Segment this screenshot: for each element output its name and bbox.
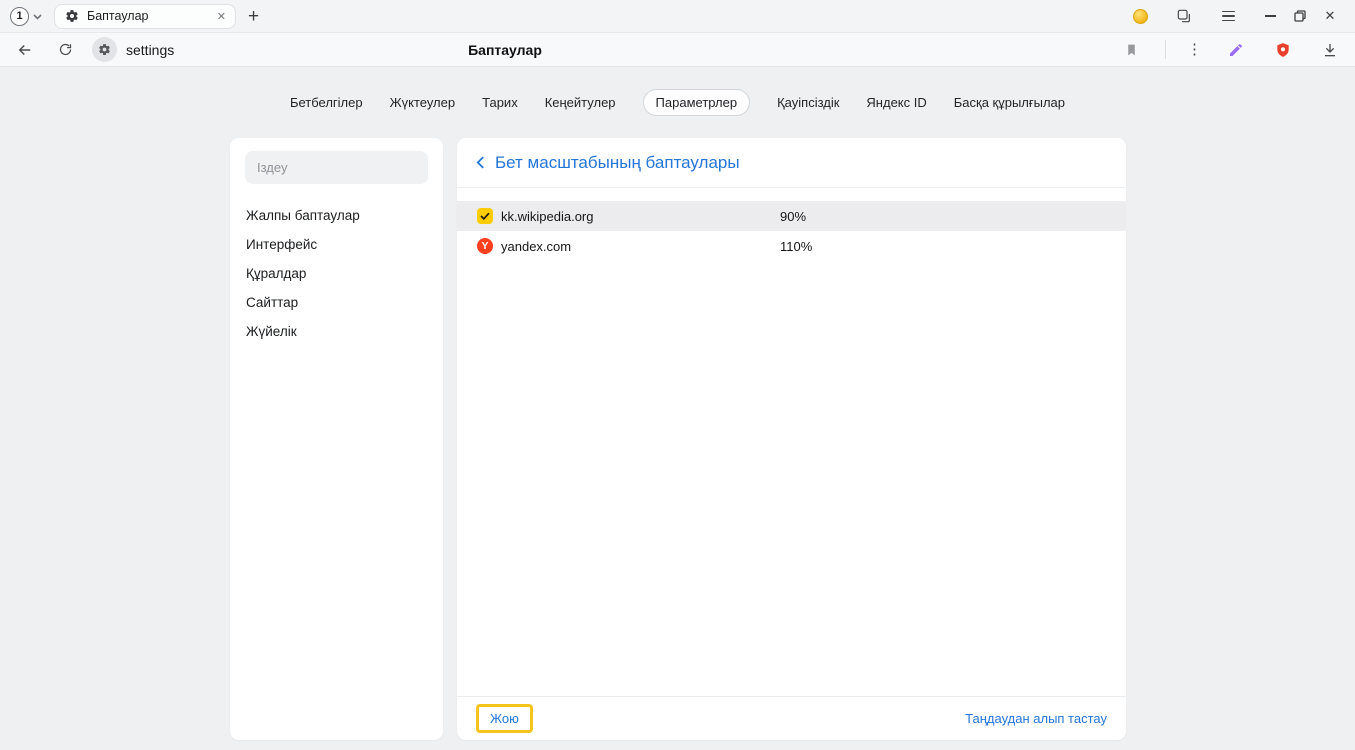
pen-icon[interactable] <box>1223 37 1249 63</box>
browser-toolbar: settings Баптаулар ⋮ <box>0 33 1355 67</box>
more-icon[interactable]: ⋮ <box>1187 42 1202 57</box>
close-window-button[interactable]: ✕ <box>1315 1 1345 31</box>
browser-window: 1 Баптаулар ✕ + <box>0 0 1355 750</box>
site-name: kk.wikipedia.org <box>501 209 780 224</box>
sidebar-item-tools[interactable]: Құралдар <box>245 259 428 288</box>
zoom-value: 110% <box>780 239 812 254</box>
panel-footer: Жою Таңдаудан алып тастау <box>457 697 1126 740</box>
zoom-value: 90% <box>780 209 806 224</box>
settings-sidebar: Жалпы баптаулар Интерфейс Құралдар Сайтт… <box>230 138 443 740</box>
toolbar-actions: ⋮ <box>1118 37 1343 63</box>
nav-tab-security[interactable]: Қауіпсіздік <box>777 90 839 115</box>
window-controls: ✕ <box>1255 1 1345 31</box>
browser-tab-settings[interactable]: Баптаулар ✕ <box>54 4 236 29</box>
panel-title[interactable]: Бет масштабының баптаулары <box>495 153 740 173</box>
sidebar-sections: Жалпы баптаулар Интерфейс Құралдар Сайтт… <box>245 201 428 346</box>
back-chevron-icon[interactable] <box>476 155 485 170</box>
nav-tab-bookmarks[interactable]: Бетбелгілер <box>290 90 363 115</box>
tab-close-icon[interactable]: ✕ <box>215 10 228 23</box>
download-icon[interactable] <box>1317 37 1343 63</box>
yandex-favicon-icon[interactable]: Y <box>477 238 493 254</box>
menu-icon[interactable] <box>1219 7 1237 25</box>
bookmark-icon[interactable] <box>1118 37 1144 63</box>
checkbox-checked-icon[interactable] <box>477 208 493 224</box>
site-badge-icon[interactable] <box>92 37 117 62</box>
gear-icon <box>65 9 79 23</box>
sidebar-item-general[interactable]: Жалпы баптаулар <box>245 201 428 230</box>
address-bar[interactable]: settings <box>92 37 174 62</box>
reload-icon[interactable] <box>52 37 78 63</box>
tabbar-actions <box>1131 7 1237 25</box>
page-title: Баптаулар <box>468 42 542 58</box>
nav-tab-downloads[interactable]: Жүктеулер <box>390 90 456 115</box>
site-zoom-row[interactable]: kk.wikipedia.org 90% <box>457 201 1126 231</box>
toolbar-divider <box>1165 40 1166 59</box>
zoom-settings-panel: Бет масштабының баптаулары kk.wikipedia.… <box>457 138 1126 740</box>
search-input[interactable] <box>245 151 428 184</box>
tab-title: Баптаулар <box>87 9 207 23</box>
site-name: yandex.com <box>501 239 780 254</box>
panel-header: Бет масштабының баптаулары <box>457 138 1126 187</box>
chevron-down-icon <box>33 7 42 25</box>
nav-tab-yandex-id[interactable]: Яндекс ID <box>866 90 926 115</box>
address-text[interactable]: settings <box>126 42 174 58</box>
rewards-icon[interactable] <box>1131 7 1149 25</box>
sidebar-item-interface[interactable]: Интерфейс <box>245 230 428 259</box>
site-zoom-row[interactable]: Y yandex.com 110% <box>457 231 1126 261</box>
deselect-all-link[interactable]: Таңдаудан алып тастау <box>965 711 1107 726</box>
sidebar-item-system[interactable]: Жүйелік <box>245 317 428 346</box>
new-tab-button[interactable]: + <box>248 7 259 26</box>
delete-button[interactable]: Жою <box>476 704 533 733</box>
restore-button[interactable] <box>1285 1 1315 31</box>
back-icon[interactable] <box>12 37 38 63</box>
nav-tab-settings[interactable]: Параметрлер <box>643 89 751 116</box>
settings-page: Бетбелгілер Жүктеулер Тарих Кеңейтулер П… <box>0 67 1355 748</box>
tab-group-button[interactable]: 1 <box>10 7 42 26</box>
minimize-button[interactable] <box>1255 1 1285 31</box>
nav-tab-history[interactable]: Тарих <box>482 90 518 115</box>
site-zoom-list: kk.wikipedia.org 90% Y yandex.com 110% <box>457 188 1126 696</box>
nav-tab-other-devices[interactable]: Басқа құрылғылар <box>954 90 1065 115</box>
tabs-overview-icon[interactable] <box>1175 7 1193 25</box>
protect-shield-icon[interactable] <box>1270 37 1296 63</box>
tab-strip: 1 Баптаулар ✕ + <box>0 0 1355 33</box>
tab-count-badge: 1 <box>10 7 29 26</box>
settings-nav: Бетбелгілер Жүктеулер Тарих Кеңейтулер П… <box>0 89 1355 116</box>
sidebar-item-sites[interactable]: Сайттар <box>245 288 428 317</box>
nav-tab-extensions[interactable]: Кеңейтулер <box>545 90 616 115</box>
